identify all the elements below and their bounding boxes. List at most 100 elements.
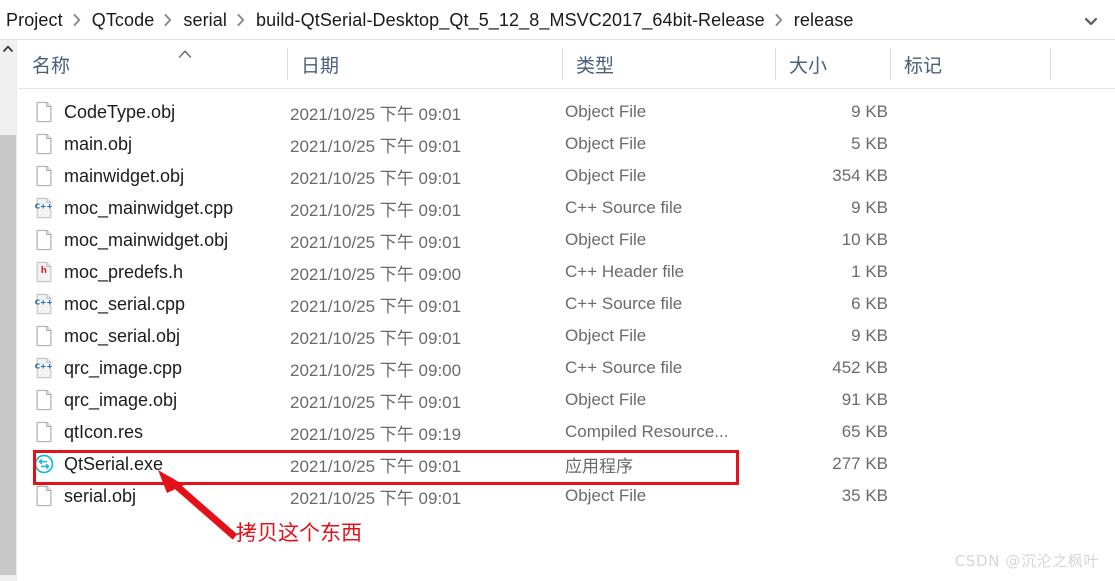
generic-file-icon — [34, 421, 54, 443]
breadcrumb-item-qtcode[interactable]: QTcode — [88, 8, 159, 33]
svg-text:C++: C++ — [35, 361, 53, 370]
file-row[interactable]: QtSerial.exe 2021/10/25 下午 09:01 应用程序 277 K… — [18, 448, 1115, 480]
file-date-cell: 2021/10/25 下午 09:01 — [290, 392, 462, 412]
generic-file-icon — [34, 485, 54, 507]
file-name-cell[interactable]: h moc_predefs.h — [34, 256, 183, 288]
file-date-cell: 2021/10/25 下午 09:01 — [290, 168, 462, 188]
file-date-cell: 2021/10/25 下午 09:00 — [290, 264, 462, 284]
breadcrumb-item-project[interactable]: Project — [2, 8, 67, 33]
file-name-label: qrc_image.cpp — [64, 357, 183, 378]
chevron-down-icon[interactable] — [1083, 13, 1099, 29]
column-header-type[interactable]: 类型 — [562, 40, 775, 88]
file-row[interactable]: serial.obj 2021/10/25 下午 09:01 Object File… — [18, 480, 1115, 512]
file-name-cell[interactable]: main.obj — [34, 128, 132, 160]
file-date-cell: 2021/10/25 下午 09:01 — [290, 104, 462, 124]
header-divider — [18, 88, 1115, 89]
generic-file-icon — [34, 389, 54, 411]
scroll-up-caret-icon[interactable] — [0, 40, 16, 57]
file-name-cell[interactable]: mainwidget.obj — [34, 160, 184, 192]
svg-text:h: h — [41, 266, 47, 276]
vertical-scrollbar[interactable] — [0, 40, 17, 581]
file-row[interactable]: C++ qrc_image.cpp 2021/10/25 下午 09:00 C++ S… — [18, 352, 1115, 384]
annotation-label: 拷贝这个东西 — [236, 521, 362, 545]
file-row[interactable]: C++ moc_serial.cpp 2021/10/25 下午 09:01 C++ … — [18, 288, 1115, 320]
file-name-cell[interactable]: serial.obj — [34, 480, 136, 512]
file-row[interactable]: h moc_predefs.h 2021/10/25 下午 09:00 C++ Hea… — [18, 256, 1115, 288]
file-name-cell[interactable]: CodeType.obj — [34, 96, 175, 128]
file-row[interactable]: mainwidget.obj 2021/10/25 下午 09:01 Object … — [18, 160, 1115, 192]
file-name-label: moc_serial.obj — [64, 325, 181, 346]
file-name-label: QtSerial.exe — [64, 453, 164, 474]
breadcrumb-item-release[interactable]: release — [790, 8, 858, 33]
file-row[interactable]: moc_mainwidget.obj 2021/10/25 下午 09:01 Obj… — [18, 224, 1115, 256]
column-header-date[interactable]: 日期 — [287, 40, 562, 88]
file-row[interactable]: moc_serial.obj 2021/10/25 下午 09:01 Object … — [18, 320, 1115, 352]
column-header-name[interactable]: 名称 — [18, 40, 287, 88]
file-size-cell: 1 KB — [851, 262, 888, 281]
file-size-cell: 35 KB — [841, 486, 888, 505]
header-file-icon: h — [34, 261, 54, 283]
chevron-right-icon — [158, 14, 179, 26]
file-row[interactable]: C++ moc_mainwidget.cpp 2021/10/25 下午 09:01… — [18, 192, 1115, 224]
scrollbar-thumb[interactable] — [0, 135, 16, 575]
file-name-label: moc_mainwidget.cpp — [64, 197, 234, 218]
column-header-row: 名称 日期 类型 大小 标记 — [18, 40, 1115, 88]
file-size-cell: 354 KB — [832, 166, 888, 185]
cpp-file-icon: C++ — [34, 357, 54, 379]
breadcrumb-item-serial[interactable]: serial — [179, 8, 231, 33]
file-name-label: qrc_image.obj — [64, 389, 178, 410]
file-size-cell: 9 KB — [851, 102, 888, 121]
breadcrumb-item-build-dir[interactable]: build-QtSerial-Desktop_Qt_5_12_8_MSVC201… — [252, 8, 769, 33]
file-name-label: serial.obj — [64, 485, 137, 506]
file-type-cell: Object File — [565, 166, 647, 185]
file-type-cell: C++ Source file — [565, 198, 683, 217]
file-name-cell[interactable]: QtSerial.exe — [34, 448, 163, 480]
file-name-label: moc_mainwidget.obj — [64, 229, 229, 250]
file-type-cell: Object File — [565, 326, 647, 345]
file-size-cell: 10 KB — [841, 230, 888, 249]
file-size-cell: 9 KB — [851, 326, 888, 345]
file-name-cell[interactable]: qtIcon.res — [34, 416, 143, 448]
file-list: CodeType.obj 2021/10/25 下午 09:01 Object Fi… — [18, 90, 1115, 581]
generic-file-icon — [34, 133, 54, 155]
file-row[interactable]: main.obj 2021/10/25 下午 09:01 Object File 5 … — [18, 128, 1115, 160]
file-type-cell: Object File — [565, 230, 647, 249]
file-name-cell[interactable]: C++ moc_mainwidget.cpp — [34, 192, 233, 224]
file-type-cell: Compiled Resource... — [565, 422, 729, 441]
file-date-cell: 2021/10/25 下午 09:01 — [290, 136, 462, 156]
file-row[interactable]: qrc_image.obj 2021/10/25 下午 09:01 Object F… — [18, 384, 1115, 416]
cpp-file-icon: C++ — [34, 293, 54, 315]
file-date-cell: 2021/10/25 下午 09:01 — [290, 296, 462, 316]
watermark: CSDN @沉沦之枫叶 — [954, 552, 1099, 570]
column-header-size[interactable]: 大小 — [775, 40, 890, 88]
column-header-tags[interactable]: 标记 — [890, 40, 1050, 88]
file-row[interactable]: CodeType.obj 2021/10/25 下午 09:01 Object Fi… — [18, 96, 1115, 128]
file-date-cell: 2021/10/25 下午 09:01 — [290, 328, 462, 348]
file-date-cell: 2021/10/25 下午 09:01 — [290, 200, 462, 220]
file-name-cell[interactable]: C++ moc_serial.cpp — [34, 288, 185, 320]
file-type-cell: Object File — [565, 486, 647, 505]
file-name-cell[interactable]: qrc_image.obj — [34, 384, 177, 416]
svg-text:C++: C++ — [35, 201, 53, 210]
file-explorer-window: Project QTcode serial build-QtSerial-Des… — [0, 0, 1115, 581]
generic-file-icon — [34, 229, 54, 251]
file-type-cell: Object File — [565, 134, 647, 153]
file-name-cell[interactable]: moc_mainwidget.obj — [34, 224, 228, 256]
column-divider[interactable] — [1050, 48, 1051, 80]
file-name-cell[interactable]: C++ qrc_image.cpp — [34, 352, 182, 384]
file-size-cell: 6 KB — [851, 294, 888, 313]
file-name-label: CodeType.obj — [64, 101, 176, 122]
file-row[interactable]: qtIcon.res 2021/10/25 下午 09:19 Compiled Re… — [18, 416, 1115, 448]
file-type-cell: Object File — [565, 390, 647, 409]
file-name-label: moc_serial.cpp — [64, 293, 186, 314]
svg-text:C++: C++ — [35, 297, 53, 306]
address-bar[interactable]: Project QTcode serial build-QtSerial-Des… — [0, 0, 1115, 40]
file-type-cell: C++ Source file — [565, 294, 683, 313]
file-name-cell[interactable]: moc_serial.obj — [34, 320, 180, 352]
file-name-label: qtIcon.res — [64, 421, 144, 442]
generic-file-icon — [34, 101, 54, 123]
file-type-cell: Object File — [565, 102, 647, 121]
file-size-cell: 277 KB — [832, 454, 888, 473]
file-type-cell: C++ Source file — [565, 358, 683, 377]
file-name-label: main.obj — [64, 133, 133, 154]
